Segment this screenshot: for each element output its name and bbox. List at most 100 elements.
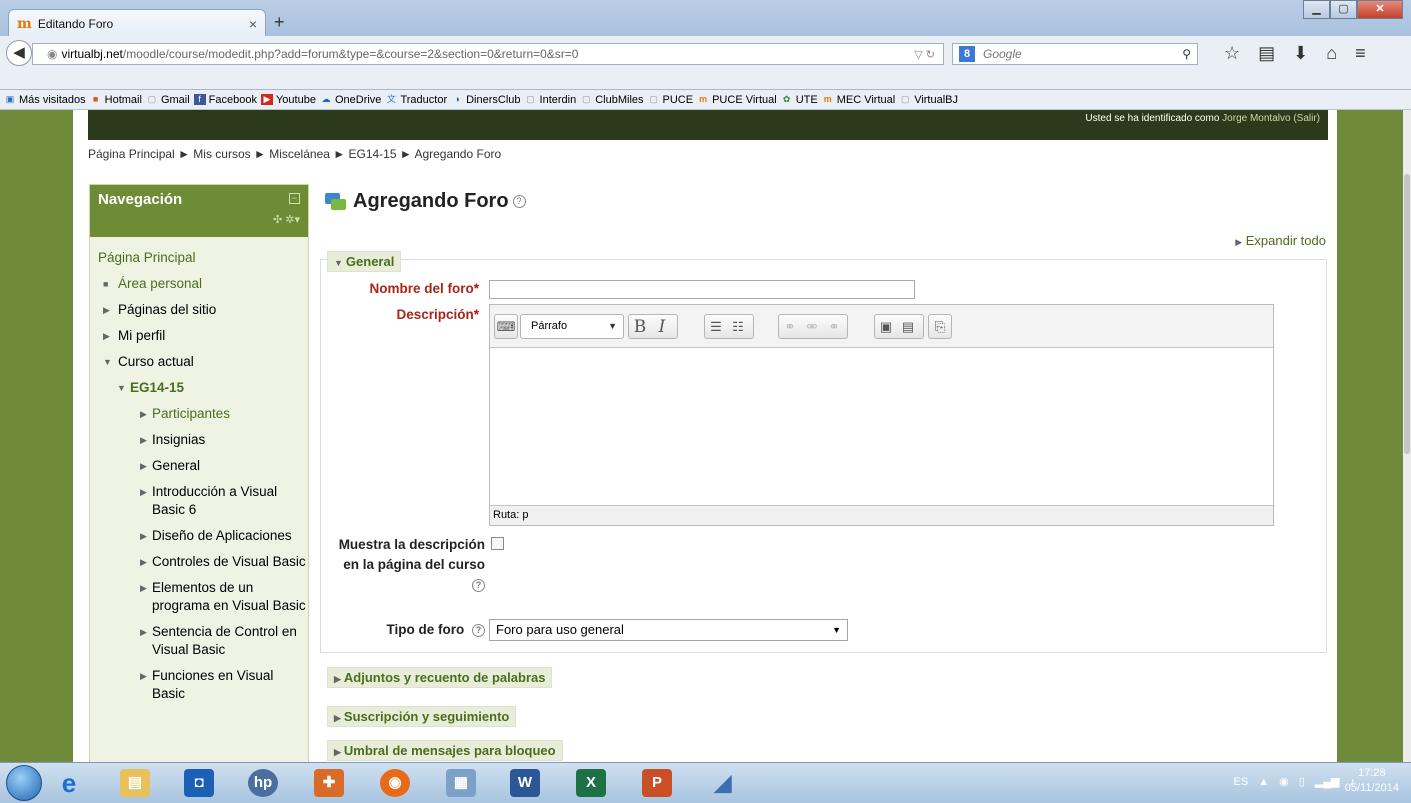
numbered-list-button[interactable]: ☷ [727, 319, 749, 335]
link-group: ⚭ ⚮ ⚭ [778, 314, 848, 339]
bookmark-item[interactable]: f Facebook [193, 94, 257, 106]
excel-icon[interactable]: X [576, 769, 606, 797]
bookmarks-menu-icon[interactable]: ▤ [1258, 43, 1275, 64]
menu-icon[interactable]: ≡ [1355, 43, 1366, 64]
nav-item-badges[interactable]: ▶ Insignias [90, 431, 308, 449]
media-player-icon[interactable]: ◘ [184, 769, 214, 797]
bold-button[interactable]: B [629, 317, 651, 337]
bookmark-item[interactable]: ◑ DinersClub [451, 94, 520, 106]
notes-icon[interactable]: ◢ [708, 769, 738, 797]
editor-content-area[interactable] [490, 348, 1273, 505]
unlink-icon[interactable]: ⚮ [801, 319, 823, 335]
firefox-icon[interactable]: ◉ [380, 769, 410, 797]
nav-item-section[interactable]: ▶ Elementos de un programa en Visual Basi… [90, 579, 308, 615]
page-icon: ▢ [900, 94, 910, 104]
breadcrumb-category[interactable]: Miscelánea [269, 147, 330, 161]
back-arrow-icon[interactable]: ◀ [6, 40, 32, 66]
toolbar-toggle-button[interactable]: ⌨ [494, 314, 518, 339]
link-icon[interactable]: ⚭ [779, 319, 801, 335]
bookmark-item[interactable]: ▢ Gmail [146, 94, 190, 106]
bookmark-item[interactable]: ▢ ClubMiles [580, 94, 644, 106]
hp-icon[interactable]: hp [248, 769, 278, 797]
tab-close-icon[interactable]: × [249, 16, 257, 32]
breadcrumb-course[interactable]: EG14-15 [349, 147, 397, 161]
nav-item-site-pages[interactable]: ▶ Páginas del sitio [90, 301, 308, 319]
nav-item-section[interactable]: ▶ Funciones en Visual Basic [90, 667, 308, 703]
nav-item-section[interactable]: ▶ Controles de Visual Basic [90, 553, 308, 571]
nav-item-current-course[interactable]: ▼ Curso actual [90, 353, 308, 371]
paste-icon[interactable]: ⎘ [929, 319, 951, 335]
help-icon[interactable]: ? [512, 195, 526, 208]
close-window-icon[interactable]: ✕ [1357, 0, 1403, 19]
show-description-checkbox[interactable] [491, 537, 504, 550]
forum-type-select[interactable]: Foro para uso general ▼ [489, 619, 848, 641]
italic-button[interactable]: I [651, 317, 673, 337]
word-icon[interactable]: W [510, 769, 540, 797]
new-tab-button[interactable]: + [274, 12, 285, 33]
home-icon[interactable]: ⌂ [1326, 43, 1337, 64]
nav-item-section[interactable]: ▶ Diseño de Aplicaciones [90, 527, 308, 545]
expand-all-link[interactable]: ▶ Expandir todo [1235, 233, 1326, 248]
security-icon[interactable]: ◉ [1279, 775, 1289, 788]
help-icon[interactable]: ? [472, 623, 485, 637]
nav-item-general[interactable]: ▶ General [90, 457, 308, 475]
bookmark-item[interactable]: ☁ OneDrive [320, 94, 381, 106]
forum-name-input[interactable] [489, 280, 915, 299]
user-profile-link[interactable]: Jorge Montalvo [1222, 113, 1290, 124]
bookmark-item[interactable]: 文 Traductor [385, 94, 447, 106]
nav-item-home[interactable]: Página Principal [90, 249, 308, 267]
subscription-section-toggle[interactable]: ▶ Suscripción y seguimiento [327, 706, 517, 727]
powerpoint-icon[interactable]: P [642, 769, 672, 797]
network-icon[interactable]: ▂▄▆ [1315, 775, 1340, 788]
internet-explorer-icon[interactable]: e [54, 769, 84, 797]
general-section-toggle[interactable]: ▼ General [327, 251, 402, 272]
nav-item-participants[interactable]: ▶ Participantes [90, 405, 308, 423]
paragraph-format-select[interactable]: Párrafo ▼ [520, 314, 624, 339]
bookmark-item[interactable]: m PUCE Virtual [697, 94, 777, 106]
block-actions-icon[interactable]: ✣ ✲▾ [273, 213, 300, 226]
bullet-list-button[interactable]: ☰ [705, 319, 727, 335]
bookmark-item[interactable]: ✿ UTE [781, 94, 818, 106]
file-explorer-icon[interactable]: ▤ [120, 769, 150, 797]
browser-tab[interactable]: m Editando Foro × [8, 9, 266, 37]
calculator-icon[interactable]: ▦ [446, 769, 476, 797]
nav-item-course[interactable]: ▼ EG14-15 [90, 379, 308, 397]
help-icon[interactable]: ? [472, 578, 485, 592]
bookmark-item[interactable]: ■ Hotmail [90, 94, 142, 106]
breadcrumb-my-courses[interactable]: Mis cursos [193, 147, 250, 161]
nav-item-dashboard[interactable]: ■ Área personal [90, 275, 308, 293]
show-hidden-icons-icon[interactable]: ▲ [1258, 776, 1269, 788]
bookmark-item[interactable]: ▢ VirtualBJ [899, 94, 958, 106]
scrollbar-thumb[interactable] [1404, 174, 1410, 454]
language-indicator[interactable]: ES [1234, 776, 1249, 788]
paint-icon[interactable]: ✚ [314, 769, 344, 797]
bookmark-item[interactable]: ▣ Más visitados [4, 94, 86, 106]
nav-item-section[interactable]: ▶ Sentencia de Control en Visual Basic [90, 623, 308, 659]
collapse-block-icon[interactable]: − [289, 193, 300, 204]
attachments-section-toggle[interactable]: ▶ Adjuntos y recuento de palabras [327, 667, 553, 688]
address-bar[interactable]: ◉ virtualbj.net /moodle/course/modedit.p… [32, 43, 944, 65]
battery-icon[interactable]: ▯ [1299, 775, 1305, 788]
bookmark-item[interactable]: ▢ Interdin [525, 94, 576, 106]
logout-link[interactable]: (Salir) [1293, 113, 1320, 124]
bookmark-item[interactable]: ▶ Youtube [260, 94, 316, 106]
image-icon[interactable]: ▣ [875, 319, 897, 335]
nav-item-profile[interactable]: ▶ Mi perfil [90, 327, 308, 345]
minimize-icon[interactable]: ▁ [1303, 0, 1330, 19]
page-scrollbar[interactable] [1403, 110, 1411, 762]
nav-item-section[interactable]: ▶ Introducción a Visual Basic 6 [90, 483, 308, 519]
bookmark-item[interactable]: m MEC Virtual [822, 94, 896, 106]
maximize-icon[interactable]: ▢ [1330, 0, 1357, 19]
bookmark-item[interactable]: ▢ PUCE [648, 94, 693, 106]
search-bar[interactable]: 8 Google ⚲ [952, 43, 1198, 65]
download-icon[interactable]: ⬇ [1293, 43, 1308, 64]
breadcrumb-home[interactable]: Página Principal [88, 147, 175, 161]
media-icon[interactable]: ▤ [897, 319, 919, 335]
reload-icon[interactable]: ▽ ↻ [914, 48, 935, 61]
anchor-icon[interactable]: ⚭ [823, 319, 845, 335]
search-icon[interactable]: ⚲ [1182, 47, 1191, 61]
start-button[interactable] [6, 765, 42, 801]
bookmark-star-icon[interactable]: ☆ [1224, 43, 1240, 64]
blocking-threshold-section-toggle[interactable]: ▶ Umbral de mensajes para bloqueo [327, 740, 563, 761]
clock[interactable]: 17:28 05/11/2014 [1345, 766, 1399, 796]
